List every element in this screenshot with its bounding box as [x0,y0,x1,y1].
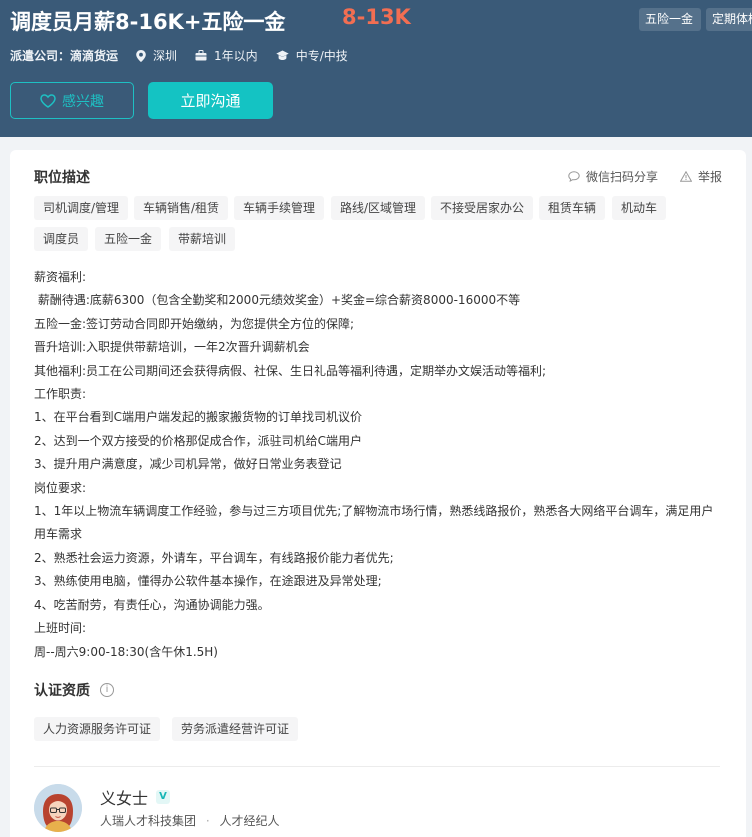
recruiter-name-row: 义女士 V [100,785,171,809]
avatar[interactable] [34,784,82,832]
info-icon[interactable]: i [100,683,114,697]
job-description-title: 职位描述 [34,170,90,186]
company-name[interactable]: 滴滴货运 [70,47,118,64]
certification-tag[interactable]: 人力资源服务许可证 [34,717,161,741]
graduation-cap-icon [275,50,289,60]
verified-badge: V [156,790,171,804]
job-header: 调度员月薪8-16K+五险一金 8-13K 五险一金 定期体检 派遣公司： 滴滴… [0,0,752,137]
description-line: 2、达到一个双方接受的价格那促成合作，派驻司机给C端用户 [34,433,363,448]
description-line: 薪酬待遇:底薪6300（包含全勤奖和2000元绩效奖金）+奖金=综合薪资8000… [34,293,521,308]
certification-tag[interactable]: 劳务派遣经营许可证 [172,717,299,741]
interest-button-label: 感兴趣 [62,93,104,110]
job-tag: 调度员 [34,227,89,251]
job-tag: 路线/区域管理 [331,196,426,220]
interest-button[interactable]: 感兴趣 [10,82,134,119]
recruiter-meta: 人瑞人才科技集团 · 人才经纪人 [100,812,280,829]
salary: 8-13K [342,5,411,29]
job-tag: 司机调度/管理 [34,196,129,220]
recruiter-company: 人瑞人才科技集团 [100,814,197,828]
job-tag: 租赁车辆 [539,196,606,220]
description-line: 3、提升用户满意度，减少司机异常，做好日常业务表登记 [34,457,342,472]
certification-title: 认证资质 [34,683,90,699]
education: 中专/中技 [275,47,348,64]
chat-now-button[interactable]: 立即沟通 [148,82,273,119]
job-tag: 车辆销售/租赁 [134,196,229,220]
company-label: 派遣公司： [10,49,71,63]
separator: · [205,814,210,828]
recruiter-role: 人才经纪人 [219,814,280,828]
description-line: 工作职责: [34,387,87,402]
description-line: 上班时间: [34,621,87,636]
benefit-tag: 定期体检 [706,8,752,31]
description-line: 其他福利:员工在公司期间还会获得病假、社保、生日礼品等福利待遇，定期举办文娱活动… [34,363,547,378]
description-line: 3、熟练使用电脑，懂得办公软件基本操作，在途跟进及异常处理; [34,574,382,589]
location-text: 深圳 [153,49,178,63]
description-line: 1、1年以上物流车辆调度工作经验，参与过三方项目优先;了解物流市场行情，熟悉线路… [34,504,714,542]
experience: 1年以内 [195,47,258,64]
job-title: 调度员月薪8-16K+五险一金 [10,10,286,34]
description-line: 1、在平台看到C端用户端发起的搬家搬货物的订单找司机议价 [34,410,363,425]
job-description-body: 薪资福利: 薪酬待遇:底薪6300（包含全勤奖和2000元绩效奖金）+奖金=综合… [34,266,724,664]
recruiter-avatar-icon [34,784,82,832]
description-line: 2、熟悉社会运力资源，外请车，平台调车，有线路报价能力者优先; [34,550,394,565]
briefcase-icon [195,50,207,61]
benefit-tag: 五险一金 [639,8,701,31]
job-tag: 不接受居家办公 [431,196,534,220]
divider [34,766,720,767]
description-line: 薪资福利: [34,270,87,284]
share-label: 微信扫码分享 [586,170,659,184]
warning-icon [680,171,692,182]
location-pin-icon [136,49,146,62]
experience-text: 1年以内 [214,49,258,63]
recruiter-name[interactable]: 义女士 [100,785,148,809]
job-tag: 机动车 [612,196,667,220]
description-line: 五险一金:签订劳动合同即开始缴纳，为您提供全方位的保障; [34,316,355,331]
description-line: 4、吃苦耐劳，有责任心，沟通协调能力强。 [34,597,270,612]
chat-bubble-icon [568,171,580,182]
certification-section: 认证资质 i [34,680,114,700]
report-button[interactable]: 举报 [680,168,722,185]
job-meta: 派遣公司： 滴滴货运 深圳 1年以内 中专/中技 [10,47,348,64]
report-label: 举报 [698,170,723,184]
heart-icon [40,93,56,108]
description-line: 晋升培训:入职提供带薪培训，一年2次晋升调薪机会 [34,340,310,355]
description-line: 岗位要求: [34,480,87,495]
education-text: 中专/中技 [295,49,348,63]
job-tag: 带薪培训 [169,227,236,251]
wechat-share-button[interactable]: 微信扫码分享 [568,168,658,185]
job-tag: 车辆手续管理 [234,196,325,220]
description-line: 周--周六9:00-18:30(含午休1.5H) [34,644,218,659]
job-tag: 五险一金 [95,227,162,251]
location: 深圳 [136,47,177,64]
